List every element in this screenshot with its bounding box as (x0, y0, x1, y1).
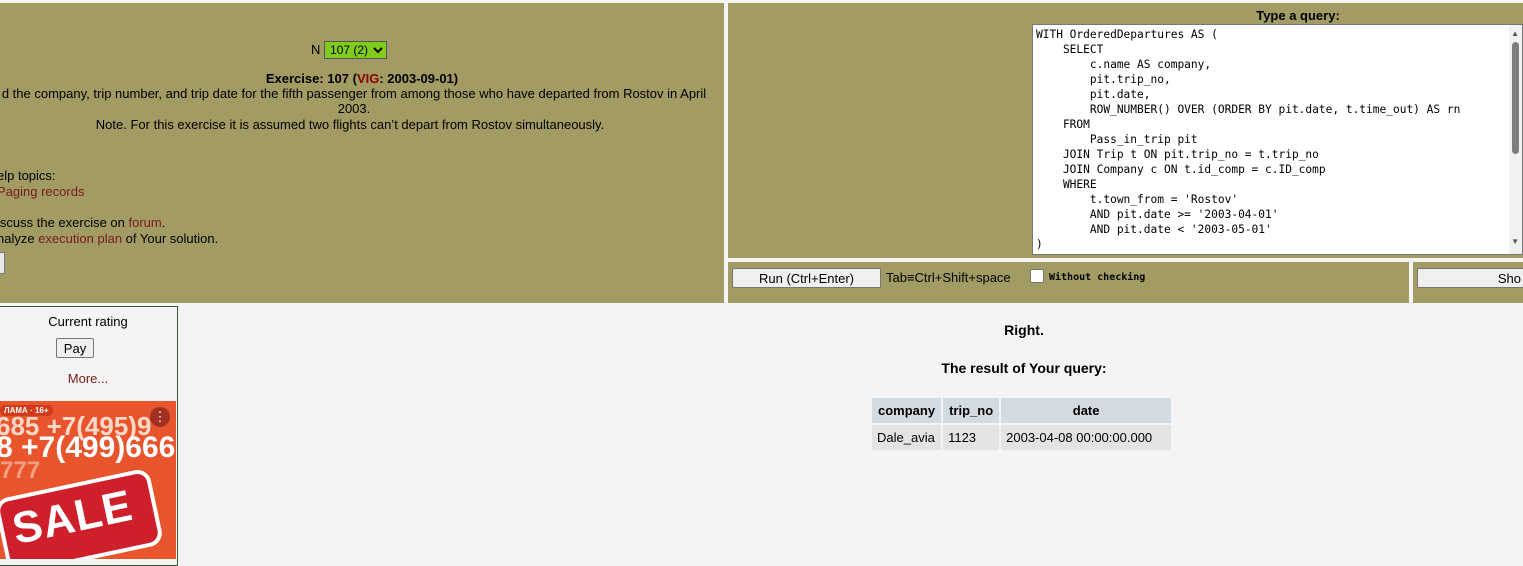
execution-plan-link[interactable]: execution plan (38, 231, 122, 246)
ad-menu-icon[interactable]: ⋮ (150, 407, 170, 427)
rating-title: Current rating (48, 314, 128, 329)
show-panel: Sho (1413, 262, 1523, 303)
pay-button[interactable]: Pay (56, 338, 94, 358)
exercise-number-label: N (311, 42, 321, 57)
table-cell: 1123 (943, 425, 1000, 450)
exercise-title-suffix: : 2003-09-01) (379, 71, 459, 86)
column-header: date (1001, 398, 1172, 423)
help-topic-link[interactable]: Paging records (0, 184, 84, 199)
tab-hint: Tab≡Ctrl+Shift+space (886, 270, 1011, 285)
query-label: Type a query: (1256, 8, 1340, 23)
query-text[interactable]: WITH OrderedDepartures AS ( SELECT c.nam… (1033, 25, 1522, 254)
exercise-title: Exercise: 107 (VIG: 2003-09-01) (0, 71, 724, 86)
exercise-panel: N 107 (2) Exercise: 107 (VIG: 2003-09-01… (0, 3, 724, 303)
advertisement-banner[interactable]: 777 ЛАМА · 16+ 685 +7(495)9 8 +7(499)666… (0, 401, 176, 559)
query-panel: Type a query: WITH OrderedDepartures AS … (728, 3, 1523, 258)
without-checking-label: Without checking (1049, 272, 1146, 283)
run-button[interactable]: Run (Ctrl+Enter) (732, 268, 881, 288)
more-link[interactable]: More... (68, 371, 108, 386)
analyze-line: nalyze execution plan of Your solution. (0, 231, 218, 246)
discuss-text: iscuss the exercise on (0, 215, 129, 230)
table-row: Dale_avia 1123 2003-04-08 00:00:00.000 (872, 425, 1172, 450)
column-header: trip_no (943, 398, 1000, 423)
query-editor[interactable]: WITH OrderedDepartures AS ( SELECT c.nam… (1032, 24, 1523, 255)
result-status: Right. (1004, 322, 1044, 338)
author-link[interactable]: VIG (357, 71, 379, 86)
query-toolbar: Run (Ctrl+Enter) Tab≡Ctrl+Shift+space Wi… (728, 262, 1409, 303)
help-topics-label: elp topics: (0, 168, 56, 183)
analyze-text: nalyze (0, 231, 39, 246)
exercise-selector-row: N 107 (2) (311, 41, 388, 59)
result-title: The result of Your query: (941, 360, 1107, 376)
scroll-up-icon[interactable]: ▲ (1511, 29, 1519, 38)
partial-button[interactable] (0, 252, 5, 274)
result-header-row: company trip_no date (872, 398, 1172, 423)
forum-link[interactable]: forum (129, 215, 162, 230)
scroll-down-icon[interactable]: ▼ (1511, 237, 1519, 246)
result-table: company trip_no date Dale_avia 1123 2003… (870, 396, 1173, 452)
ad-phone-line-2: 8 +7(499)666 (0, 431, 176, 464)
discuss-suffix: . (161, 215, 166, 230)
show-button[interactable]: Sho (1417, 268, 1523, 288)
exercise-title-prefix: Exercise: 107 ( (265, 71, 357, 86)
table-cell: Dale_avia (872, 425, 942, 450)
analyze-suffix: of Your solution. (122, 231, 219, 246)
exercise-note: Note. For this exercise it is assumed tw… (95, 117, 605, 132)
editor-scrollbar[interactable]: ▲ ▼ (1509, 25, 1522, 254)
exercise-select[interactable]: 107 (2) (324, 41, 388, 59)
without-checking-checkbox[interactable] (1030, 269, 1044, 283)
scroll-thumb[interactable] (1512, 42, 1519, 154)
column-header: company (872, 398, 942, 423)
exercise-description: d the company, trip number, and trip dat… (1, 86, 707, 116)
discuss-line: iscuss the exercise on forum. (0, 215, 165, 230)
table-cell: 2003-04-08 00:00:00.000 (1001, 425, 1172, 450)
